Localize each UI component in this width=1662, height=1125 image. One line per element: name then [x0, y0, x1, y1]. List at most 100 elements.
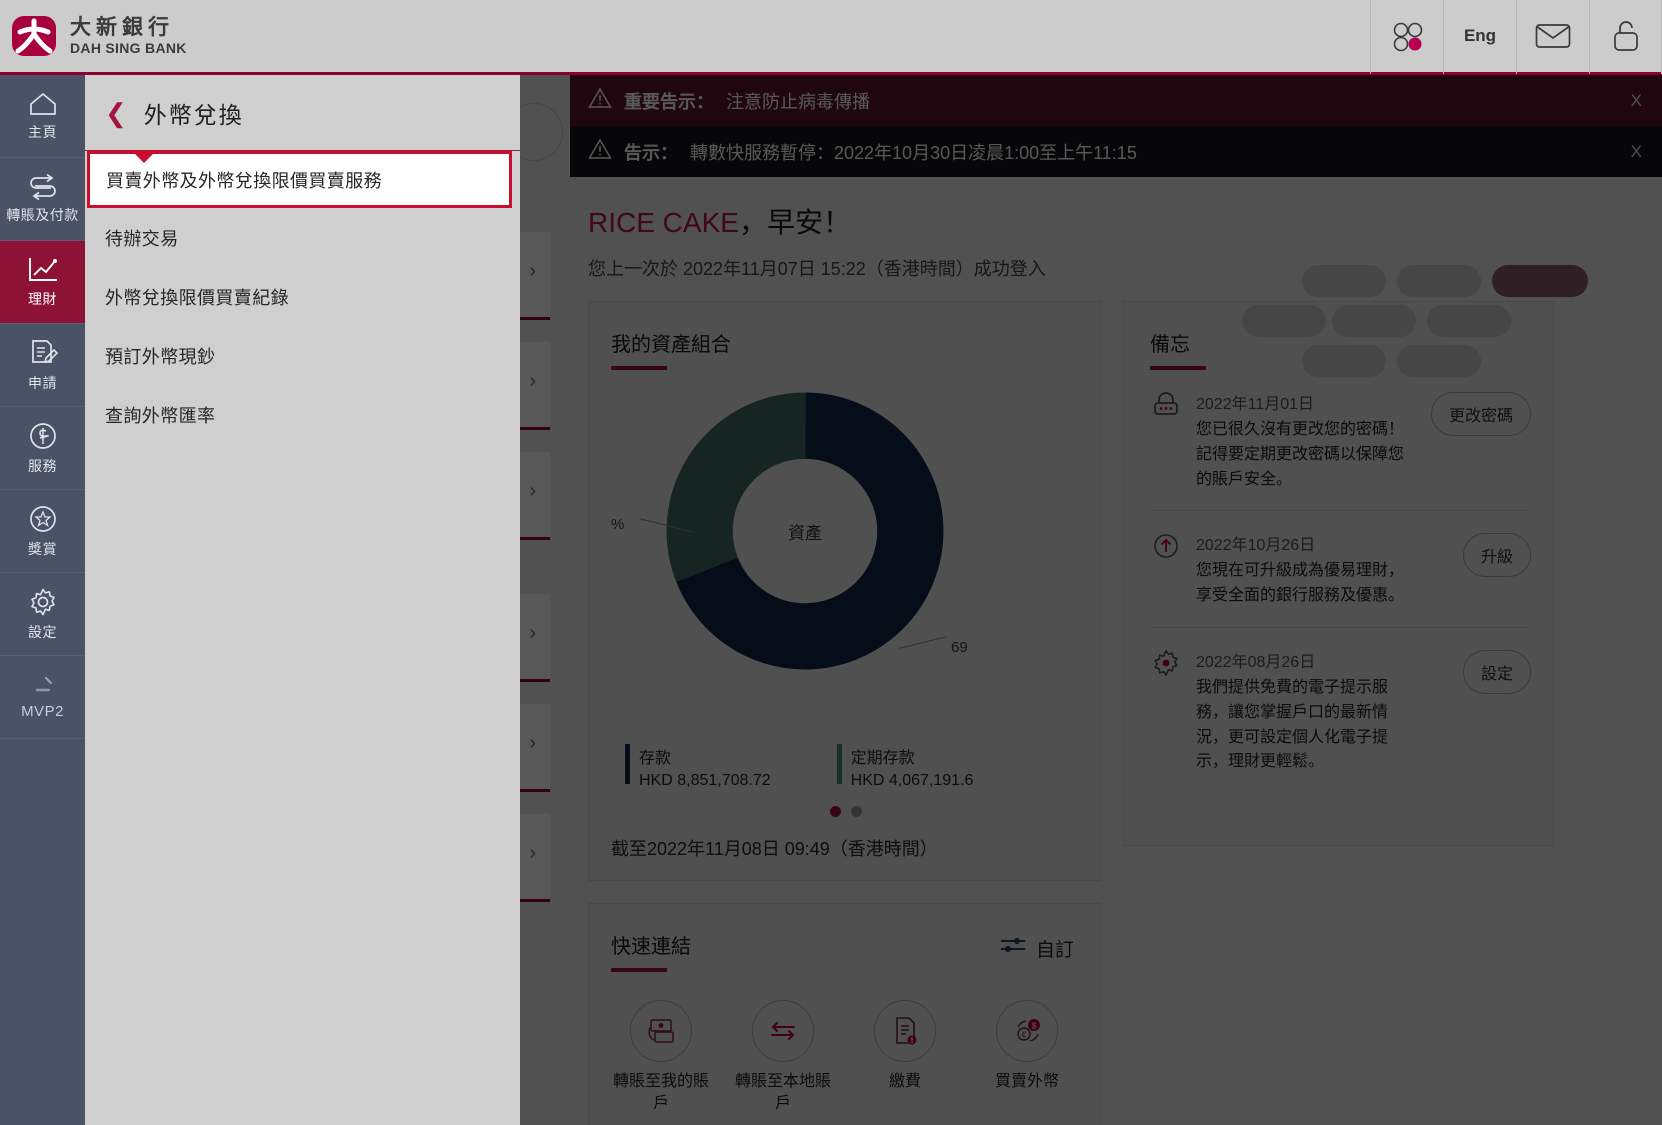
app-header: 大新銀行 DAH SING BANK Eng [0, 0, 1662, 75]
upgrade-button[interactable]: 升級 [1463, 533, 1531, 577]
portfolio-card: 我的資產組合 資產 % 69 [588, 301, 1101, 881]
logo-chinese-text: 大新銀行 [70, 17, 187, 39]
menu-item-fx-limit-order-records[interactable]: 外幣兌換限價買賣紀錄 [85, 267, 520, 326]
memo-date: 2022年11月01日 [1196, 390, 1417, 414]
chevron-left-icon[interactable]: ❮ [105, 100, 127, 126]
memo-text: 您已很久沒有更改您的密碼！記得要定期更改密碼以保障您的賬戶安全。 [1196, 418, 1414, 492]
sidebar-item-transfer[interactable]: 轉賬及付款 [0, 158, 85, 241]
title-underline [611, 968, 667, 972]
warning-triangle-icon [588, 138, 612, 165]
quick-link-transfer-own[interactable]: 轉賬至我的賬戶 [611, 1000, 711, 1114]
left-sidebar: 主頁 轉賬及付款 理財 [0, 75, 85, 1125]
sidebar-item-apply[interactable]: 申請 [0, 324, 85, 407]
close-icon[interactable]: X [1631, 142, 1642, 162]
bill-payment-icon [874, 1000, 936, 1062]
legend-swatch [625, 744, 630, 784]
banner-text: 轉數快服務暫停：2022年10月30日凌晨1:00至上午11:15 [690, 139, 1137, 165]
quick-link-label: 轉賬至我的賬戶 [611, 1071, 711, 1114]
quick-link-transfer-local[interactable]: 轉賬至本地賬戶 [733, 1000, 833, 1114]
legend-item: 存款 HKD 8,851,708.72 [625, 744, 771, 790]
settings-button[interactable]: 設定 [1463, 650, 1531, 694]
sidebar-item-label: 獎賞 [28, 539, 57, 559]
customize-button[interactable]: 自訂 [999, 934, 1074, 962]
menu-item-pending-transactions[interactable]: 待辦交易 [85, 208, 520, 267]
sidebar-item-label: 申請 [28, 373, 57, 393]
transfer-own-account-icon [630, 1000, 692, 1062]
lock-icon[interactable] [1589, 0, 1662, 74]
legend-label: 存款 [639, 744, 771, 768]
dashboard-region: 重要告示： 注意防止病毒傳播 X 告示： 轉數快服務暫停：2022年10月30日… [570, 75, 1662, 1125]
foreign-exchange-flyout-menu: ❮ 外幣兌換 買賣外幣及外幣兌換限價買賣服務 待辦交易 外幣兌換限價買賣紀錄 預… [85, 75, 520, 1125]
quick-link-fx[interactable]: € $ 買賣外幣 [977, 1000, 1077, 1114]
flyout-divider [85, 150, 520, 151]
sidebar-item-mvp2[interactable]: MVP2 [0, 656, 85, 739]
quick-link-label: 買賣外幣 [977, 1071, 1077, 1093]
sidebar-item-label: 服務 [28, 456, 57, 476]
dollar-circle-icon [28, 421, 58, 451]
memo-item: 2022年10月26日 您現在可升級成為優易理財，享受全面的銀行服務及優惠。 升… [1150, 511, 1531, 628]
decorative-pills [1302, 257, 1662, 362]
star-circle-icon [28, 504, 58, 534]
banner-title: 重要告示： [624, 88, 714, 114]
brand-logo[interactable]: 大新銀行 DAH SING BANK [0, 12, 187, 60]
flyout-title: 外幣兌換 [144, 96, 244, 130]
sidebar-item-services[interactable]: 服務 [0, 407, 85, 490]
legend-label: 定期存款 [851, 744, 974, 768]
legend-value: HKD 4,067,191.6 [851, 772, 974, 790]
quick-link-label: 繳費 [855, 1071, 955, 1093]
sidebar-item-label: MVP2 [21, 703, 64, 720]
mail-icon[interactable] [1516, 0, 1589, 74]
memo-text: 我們提供免費的電子提示服務，讓您掌握戶口的最新情況，更可設定個人化電子提示，理財… [1196, 676, 1414, 775]
apps-grid-icon[interactable] [1370, 0, 1443, 74]
password-lock-icon [1150, 390, 1182, 425]
memo-item: 2022年08月26日 我們提供免費的電子提示服務，讓您掌握戶口的最新情況，更可… [1150, 628, 1531, 793]
chevron-right-icon: › [529, 370, 536, 393]
chart-line-icon [26, 256, 60, 284]
memo-text: 您現在可升級成為優易理財，享受全面的銀行服務及優惠。 [1196, 559, 1414, 609]
language-toggle[interactable]: Eng [1443, 0, 1516, 74]
home-icon [28, 91, 58, 117]
sidebar-item-settings[interactable]: 設定 [0, 573, 85, 656]
close-icon[interactable]: X [1631, 91, 1642, 111]
as-of-timestamp: 截至2022年11月08日 09:49（香港時間） [611, 835, 1100, 861]
sidebar-item-rewards[interactable]: 獎賞 [0, 490, 85, 573]
banner-text: 注意防止病毒傳播 [726, 88, 870, 114]
sidebar-item-home[interactable]: 主頁 [0, 75, 85, 158]
donut-chart[interactable]: 資產 % 69 [611, 392, 1081, 722]
chevron-right-icon: › [529, 480, 536, 503]
legend-swatch [837, 744, 842, 784]
carousel-dot-active[interactable] [830, 806, 841, 817]
header-actions: Eng [1370, 0, 1662, 74]
carousel-dot[interactable] [851, 806, 862, 817]
sidebar-item-label: 理財 [28, 289, 57, 309]
quick-links-list: 轉賬至我的賬戶 轉賬至本地賬戶 [611, 1000, 1100, 1114]
quick-link-label: 轉賬至本地賬戶 [733, 1071, 833, 1114]
chevron-right-icon: › [529, 732, 536, 755]
gear-alert-icon [1150, 648, 1182, 683]
fx-exchange-icon: € $ [996, 1000, 1058, 1062]
user-name: RICE CAKE [588, 207, 739, 238]
active-caret-indicator [131, 150, 157, 163]
carousel-dots[interactable] [591, 806, 1100, 817]
gear-icon [28, 587, 58, 617]
sidebar-item-wealth[interactable]: 理財 [0, 241, 85, 324]
dah-sing-logo-icon [10, 12, 58, 60]
legend-value: HKD 8,851,708.72 [639, 772, 771, 790]
sidebar-item-label: 設定 [28, 622, 57, 642]
application-form-icon [28, 338, 58, 368]
mvp-icon [28, 674, 58, 698]
portfolio-title: 我的資產組合 [611, 328, 1100, 357]
customize-label: 自訂 [1036, 935, 1074, 962]
flyout-header: ❮ 外幣兌換 [85, 75, 520, 150]
sliders-icon [999, 934, 1027, 962]
svg-text:$: $ [1032, 1022, 1037, 1031]
memo-date: 2022年08月26日 [1196, 648, 1449, 672]
menu-item-order-foreign-cash[interactable]: 預訂外幣現鈔 [85, 326, 520, 385]
quick-link-bill-payment[interactable]: 繳費 [855, 1000, 955, 1114]
greeting-suffix: ，早安！ [739, 207, 851, 238]
change-password-button[interactable]: 更改密碼 [1431, 392, 1531, 436]
slice-label-deposit-time: % [611, 516, 624, 533]
menu-item-check-fx-rates[interactable]: 查詢外幣匯率 [85, 385, 520, 444]
cards-row: 我的資產組合 資產 % 69 [570, 287, 1662, 881]
transfer-icon [27, 174, 59, 200]
